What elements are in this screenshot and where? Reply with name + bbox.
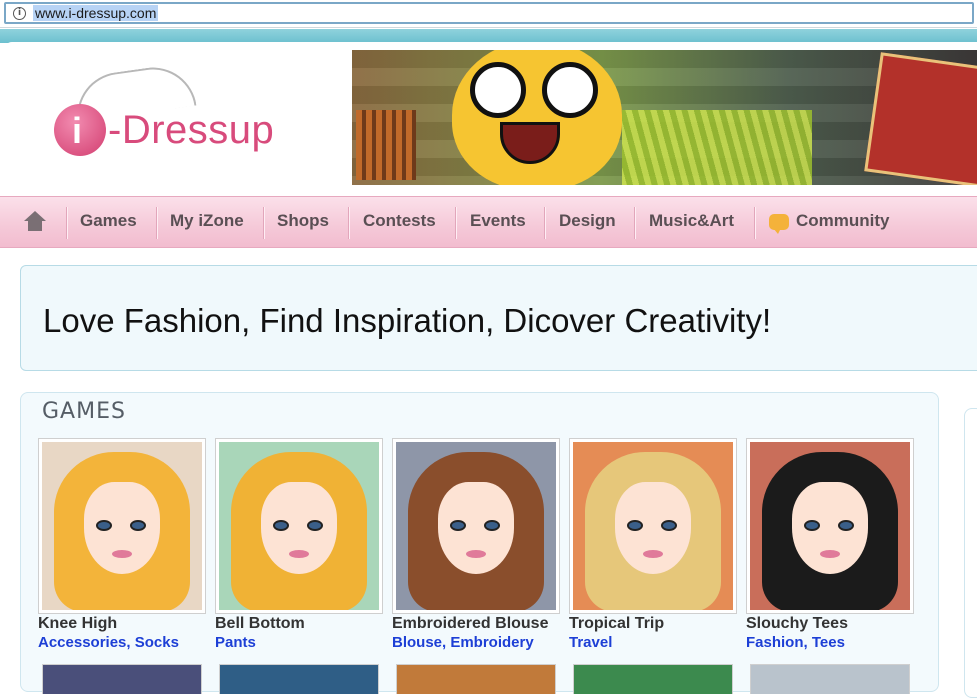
browser-address-bar: i www.i-dressup.com: [0, 0, 977, 28]
banner-character-eye: [542, 62, 598, 118]
nav-separator: [754, 207, 755, 239]
chat-bubble-icon: [769, 214, 789, 234]
main-nav: Games My iZone Shops Contests Events Des…: [0, 196, 977, 248]
game-thumbnail[interactable]: [38, 438, 206, 614]
game-thumbnail-partial[interactable]: [396, 664, 556, 694]
game-thumbnail[interactable]: [215, 438, 383, 614]
tagline-panel: Love Fashion, Find Inspiration, Dicover …: [20, 265, 977, 371]
nav-separator: [156, 207, 157, 239]
nav-separator: [263, 207, 264, 239]
game-thumbnail-partial[interactable]: [219, 664, 379, 694]
logo-i-letter: i: [72, 110, 83, 151]
banner-character-mouth: [500, 122, 560, 164]
game-title[interactable]: Bell Bottom: [215, 615, 305, 633]
game-thumbnail[interactable]: [392, 438, 560, 614]
nav-item-community[interactable]: Community: [796, 211, 890, 231]
tagline-text: Love Fashion, Find Inspiration, Dicover …: [43, 302, 772, 339]
home-icon[interactable]: [24, 211, 46, 231]
side-panel: [964, 408, 977, 698]
nav-item-shops[interactable]: Shops: [277, 211, 329, 231]
game-tags-link[interactable]: Pants: [215, 634, 256, 651]
games-section-title: GAMES: [42, 399, 126, 424]
url-text[interactable]: www.i-dressup.com: [33, 5, 159, 21]
nav-item-design[interactable]: Design: [559, 211, 616, 231]
info-icon[interactable]: i: [13, 7, 26, 20]
game-thumbnail[interactable]: [569, 438, 737, 614]
nav-item-games[interactable]: Games: [80, 211, 137, 231]
game-title[interactable]: Tropical Trip: [569, 615, 664, 633]
nav-item-events[interactable]: Events: [470, 211, 526, 231]
banner-card-logo: [864, 52, 977, 185]
game-thumbnail-image: [42, 442, 202, 610]
banner-shrine: [356, 110, 416, 180]
banner-character: [452, 50, 622, 185]
nav-separator: [455, 207, 456, 239]
game-thumbnail-image: [219, 442, 379, 610]
game-thumbnail-image: [750, 442, 910, 610]
nav-separator: [544, 207, 545, 239]
nav-separator: [348, 207, 349, 239]
site-logo[interactable]: i -Dressup: [50, 61, 300, 168]
banner-plants: [622, 110, 812, 185]
nav-item-my-izone[interactable]: My iZone: [170, 211, 244, 231]
banner-character-eye: [470, 62, 526, 118]
nav-separator: [66, 207, 67, 239]
game-thumbnail[interactable]: [746, 438, 914, 614]
game-thumbnail-partial[interactable]: [42, 664, 202, 694]
url-field[interactable]: i www.i-dressup.com: [4, 2, 974, 24]
game-tags-link[interactable]: Travel: [569, 634, 612, 651]
game-tags-link[interactable]: Accessories, Socks: [38, 634, 179, 651]
game-tags-link[interactable]: Blouse, Embroidery: [392, 634, 534, 651]
game-title[interactable]: Embroidered Blouse: [392, 615, 548, 633]
nav-item-music-art[interactable]: Music&Art: [649, 211, 734, 231]
game-thumbnail-partial[interactable]: [750, 664, 910, 694]
game-thumbnail-image: [573, 442, 733, 610]
game-title[interactable]: Slouchy Tees: [746, 615, 848, 633]
banner-ad[interactable]: [352, 50, 977, 185]
game-thumbnail-image: [396, 442, 556, 610]
nav-item-contests[interactable]: Contests: [363, 211, 436, 231]
game-title[interactable]: Knee High: [38, 615, 117, 633]
game-tags-link[interactable]: Fashion, Tees: [746, 634, 845, 651]
logo-text: -Dressup: [108, 108, 275, 152]
nav-separator: [634, 207, 635, 239]
game-thumbnail-partial[interactable]: [573, 664, 733, 694]
